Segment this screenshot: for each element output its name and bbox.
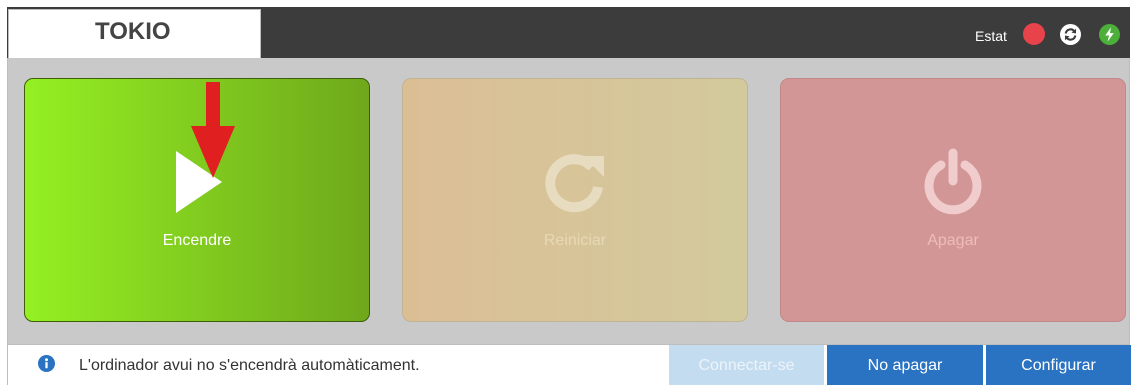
power-on-label: Encendre [162,232,232,249]
page-title: TOKIO [95,18,171,45]
connect-button[interactable]: Connectar-se [669,345,824,385]
no-shutdown-button[interactable]: No apagar [827,345,983,385]
configure-button[interactable]: Configurar [986,345,1131,385]
restart-icon [545,154,604,213]
restart-label: Reiniciar [543,232,607,249]
status-label: Estat [975,28,1007,44]
header-bar: TOKIO Estat [7,7,1130,58]
bolt-icon [1099,24,1120,45]
info-message: L'ordinador avui no s'encendrà automàtic… [79,357,420,374]
shutdown-label: Apagar [927,232,979,249]
status-indicator [1023,23,1045,45]
info-icon [38,355,55,372]
sync-icon[interactable] [1060,24,1081,45]
footer-bar: L'ordinador avui no s'encendrà automàtic… [7,344,1131,385]
actions-panel: Encendre Reiniciar Apagar [7,58,1130,344]
arrow-down-icon [191,82,235,178]
restart-button[interactable]: Reiniciar [402,78,748,322]
title-tab: TOKIO [8,9,261,58]
shutdown-button[interactable]: Apagar [780,78,1126,322]
app-frame: TOKIO Estat Encendre Reiniciar Apagar L'… [7,7,1131,385]
power-icon [924,148,982,215]
